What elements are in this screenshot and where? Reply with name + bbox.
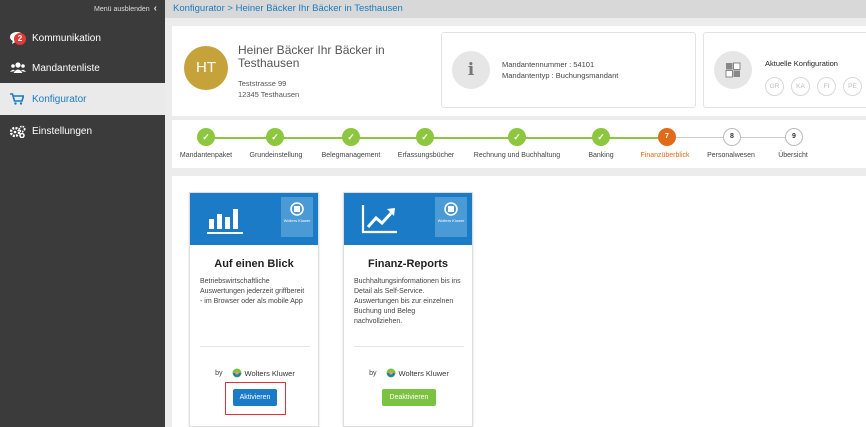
step-label[interactable]: Mandantenpaket: [180, 152, 232, 159]
wk-logo-icon: [444, 202, 458, 216]
sidebar-item-label: Kommunikation: [32, 32, 101, 44]
breadcrumb[interactable]: Konfigurator > Heiner Bäcker Ihr Bäcker …: [165, 0, 866, 18]
config-title: Aktuelle Konfiguration: [765, 59, 838, 68]
wk-globe-icon: [386, 368, 396, 378]
divider: [354, 346, 464, 347]
users-icon: [10, 62, 32, 74]
step-label[interactable]: Grundeinstellung: [250, 152, 303, 159]
tile-description: Betriebswirtschaftliche Auswertungen jed…: [200, 278, 305, 305]
step-done-icon[interactable]: ✓: [508, 128, 526, 146]
client-address: Teststrasse 99 12345 Testhausen: [238, 78, 299, 100]
step-done-icon[interactable]: ✓: [416, 128, 434, 146]
deactivate-button[interactable]: Deaktivieren: [382, 389, 436, 406]
provider-name: Wolters Kluwer: [244, 368, 295, 378]
wolters-kluwer-badge: Wolters Kluwer: [281, 197, 313, 237]
wk-badge-text: Wolters Kluwer: [437, 218, 465, 223]
sidebar-item-kommunikation[interactable]: 2 Kommunikation: [0, 22, 165, 54]
bar-chart-icon: [207, 203, 247, 240]
trend-chart-icon: [361, 203, 401, 240]
step-done-icon[interactable]: ✓: [197, 128, 215, 146]
config-tag: PE: [843, 77, 862, 96]
client-street: Teststrasse 99: [238, 79, 287, 88]
step-done-icon[interactable]: ✓: [592, 128, 610, 146]
sidebar-item-label: Mandantenliste: [32, 62, 100, 74]
sidebar-item-einstellungen[interactable]: Einstellungen: [0, 115, 165, 147]
config-tag: KA: [791, 77, 810, 96]
step-label[interactable]: Banking: [588, 152, 613, 159]
tile-description: Buchhaltungsinformationen bis ins Detail…: [354, 278, 461, 325]
step-current-number[interactable]: 7: [658, 128, 676, 146]
tile-header: Wolters Kluwer: [190, 193, 318, 245]
wk-badge-text: Wolters Kluwer: [283, 218, 311, 223]
product-tile-finanz-reports: Wolters Kluwer Finanz-Reports Buchhaltun…: [343, 192, 473, 427]
wolters-kluwer-logo: Wolters Kluwer: [386, 368, 449, 378]
client-name: Heiner Bäcker Ihr Bäcker in Testhausen: [238, 43, 385, 70]
tile-header: Wolters Kluwer: [344, 193, 472, 245]
hide-menu-toggle[interactable]: Menü ausblenden ‹: [0, 0, 165, 18]
avatar: HT: [184, 46, 228, 90]
gear-icon: [10, 125, 32, 138]
sidebar-item-mandantenliste[interactable]: Mandantenliste: [0, 52, 165, 84]
activate-button[interactable]: Aktivieren: [233, 389, 277, 406]
wk-logo-icon: [290, 202, 304, 216]
step-label[interactable]: Übersicht: [778, 152, 808, 159]
config-box: Aktuelle Konfiguration GR KA FI PE: [703, 32, 866, 108]
sidebar-item-label: Einstellungen: [32, 125, 93, 137]
config-tag: FI: [817, 77, 836, 96]
product-tile-auf-einen-blick: Wolters Kluwer Auf einen Blick Betriebsw…: [189, 192, 319, 427]
client-info-box: i Mandantennummer : 54101 Mandantentyp :…: [441, 32, 696, 108]
provider-prefix: by: [369, 369, 377, 377]
sidebar-item-konfigurator[interactable]: Konfigurator: [0, 83, 165, 115]
tile-provider: by Wolters Kluwer: [344, 368, 474, 378]
hide-menu-label: Menü ausblenden: [94, 6, 150, 13]
config-icon: [714, 51, 752, 89]
config-tag: GR: [765, 77, 784, 96]
wolters-kluwer-logo: Wolters Kluwer: [232, 368, 295, 378]
progress-stepper: ✓ ✓ ✓ ✓ ✓ ✓ 7 8 9 Mandantenpaket Grundei…: [172, 120, 866, 168]
step-label[interactable]: Erfassungsbücher: [398, 152, 454, 159]
step-todo-number[interactable]: 9: [785, 128, 803, 146]
step-label-current[interactable]: Finanzüberblick: [640, 152, 689, 159]
provider-prefix: by: [215, 369, 223, 377]
divider: [200, 346, 310, 347]
sidebar-item-label: Konfigurator: [32, 93, 87, 105]
chat-icon: 2: [10, 31, 32, 45]
cart-icon: [10, 93, 32, 105]
client-type: Mandantentyp : Buchungsmandant: [502, 71, 619, 80]
client-info-text: Mandantennummer : 54101 Mandantentyp : B…: [502, 59, 618, 81]
info-icon: i: [452, 51, 490, 89]
tile-title: Finanz-Reports: [367, 258, 449, 270]
client-number: Mandantennummer : 54101: [502, 60, 595, 69]
step-todo-number[interactable]: 8: [723, 128, 741, 146]
step-done-icon[interactable]: ✓: [266, 128, 284, 146]
sidebar: Menü ausblenden ‹ 2 Kommunikation Mandant…: [0, 0, 165, 427]
notification-badge: 2: [14, 33, 26, 45]
product-area: Wolters Kluwer Auf einen Blick Betriebsw…: [172, 176, 866, 427]
step-label[interactable]: Rechnung und Buchhaltung: [474, 152, 560, 159]
step-label[interactable]: Belegmanagement: [322, 152, 381, 159]
chevron-left-icon: ‹: [153, 3, 157, 14]
tile-title: Auf einen Blick: [214, 258, 294, 270]
client-city: 12345 Testhausen: [238, 90, 300, 99]
step-label[interactable]: Personalwesen: [707, 152, 755, 159]
wolters-kluwer-badge: Wolters Kluwer: [435, 197, 467, 237]
tile-provider: by Wolters Kluwer: [190, 368, 320, 378]
client-header: HT Heiner Bäcker Ihr Bäcker in Testhause…: [172, 26, 866, 116]
provider-name: Wolters Kluwer: [398, 368, 449, 378]
step-done-icon[interactable]: ✓: [342, 128, 360, 146]
wk-globe-icon: [232, 368, 242, 378]
